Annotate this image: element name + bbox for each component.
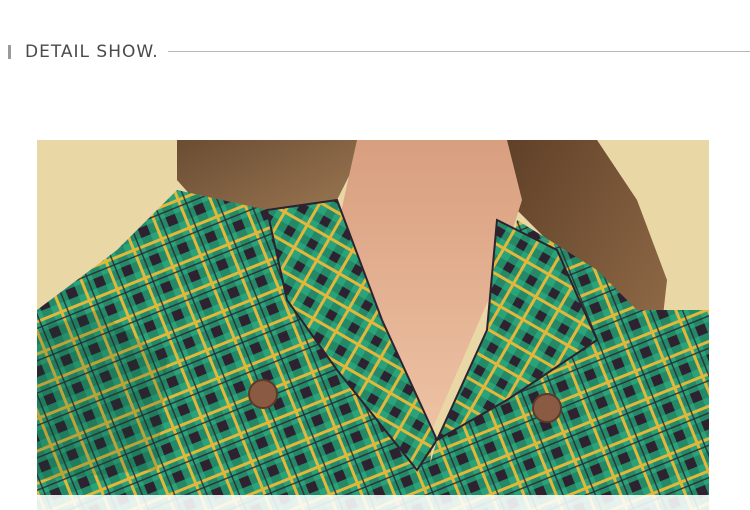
header-accent-bar: [8, 45, 11, 59]
detail-header: DETAIL SHOW.: [0, 36, 750, 68]
caption-strip: [37, 495, 709, 510]
product-detail-photo: [37, 140, 709, 510]
product-photo-illustration: [37, 140, 709, 510]
header-title: DETAIL SHOW.: [25, 42, 159, 62]
header-divider-line: [168, 51, 750, 52]
